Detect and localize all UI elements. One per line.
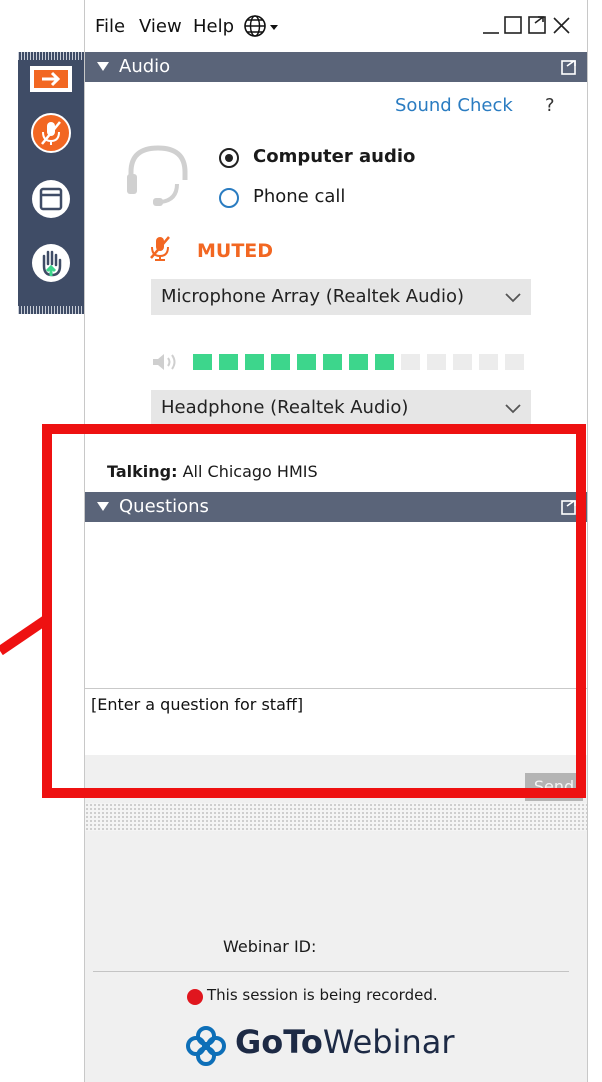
speaker-select[interactable]: Headphone (Realtek Audio) — [151, 390, 531, 426]
microphone-select[interactable]: Microphone Array (Realtek Audio) — [151, 279, 531, 315]
minimize-icon[interactable] — [481, 14, 501, 36]
globe-icon — [244, 15, 278, 37]
volume-meter — [193, 354, 529, 370]
window-icon — [32, 180, 70, 218]
recording-notice: This session is being recorded. — [207, 986, 438, 1004]
volume-segment-empty — [401, 354, 420, 370]
menu-file[interactable]: File — [95, 16, 125, 37]
computer-audio-radio[interactable] — [219, 148, 239, 168]
speaker-select-value: Headphone (Realtek Audio) — [161, 397, 409, 418]
muted-status: MUTED — [197, 240, 274, 262]
menu-bar: File View Help — [85, 0, 587, 50]
volume-segment-empty — [453, 354, 472, 370]
chevron-down-icon — [505, 293, 521, 303]
microphone-muted-icon — [31, 113, 71, 153]
volume-segment-filled — [323, 354, 342, 370]
raise-hand-button[interactable] — [30, 242, 72, 284]
gotowebinar-logo: GoToWebinar — [235, 1023, 455, 1061]
mute-toggle-button[interactable] — [30, 112, 72, 154]
volume-segment-filled — [245, 354, 264, 370]
gotowebinar-logo-icon — [186, 1026, 226, 1066]
volume-segment-empty — [479, 354, 498, 370]
panel-splitter[interactable] — [85, 803, 587, 831]
language-menu[interactable] — [243, 14, 287, 42]
dock-grip-top[interactable] — [18, 52, 84, 60]
maximize-icon[interactable] — [503, 14, 525, 36]
microphone-muted-icon — [150, 236, 170, 261]
menu-view[interactable]: View — [139, 16, 182, 37]
dock-grip-bottom[interactable] — [18, 306, 84, 314]
computer-audio-label[interactable]: Computer audio — [253, 146, 415, 167]
popout-icon[interactable] — [561, 59, 577, 75]
footer-divider — [93, 971, 569, 972]
phone-call-radio[interactable] — [219, 188, 239, 208]
headset-icon — [127, 145, 188, 206]
collapse-triangle-icon — [97, 62, 109, 71]
sound-check-link[interactable]: Sound Check — [395, 95, 513, 116]
speaker-icon — [153, 354, 176, 370]
chevron-down-icon — [505, 404, 521, 414]
volume-segment-filled — [219, 354, 238, 370]
webinar-id-label: Webinar ID: — [223, 937, 317, 956]
annotation-arrow-line — [0, 612, 52, 655]
volume-segment-filled — [349, 354, 368, 370]
collapse-panel-button[interactable] — [30, 62, 72, 104]
popout-icon[interactable] — [527, 14, 549, 36]
recording-dot-icon — [187, 989, 203, 1005]
side-dock — [18, 52, 84, 314]
brand-bold: GoTo — [235, 1023, 323, 1061]
volume-segment-filled — [271, 354, 290, 370]
close-icon[interactable] — [551, 14, 573, 36]
volume-segment-filled — [193, 354, 212, 370]
audio-panel-title: Audio — [119, 56, 171, 77]
footer: Webinar ID: This session is being record… — [85, 831, 587, 1082]
volume-segment-empty — [505, 354, 524, 370]
volume-segment-filled — [375, 354, 394, 370]
arrow-right-icon — [30, 66, 72, 92]
microphone-select-value: Microphone Array (Realtek Audio) — [161, 286, 464, 307]
phone-call-label[interactable]: Phone call — [253, 186, 345, 207]
audio-panel-header[interactable]: Audio — [85, 52, 587, 82]
raise-hand-icon — [32, 244, 70, 282]
menu-help[interactable]: Help — [193, 16, 234, 37]
volume-segment-filled — [297, 354, 316, 370]
volume-segment-empty — [427, 354, 446, 370]
brand-light: Webinar — [322, 1023, 455, 1061]
show-screen-button[interactable] — [30, 178, 72, 220]
annotation-highlight-box — [42, 424, 586, 798]
audio-help-button[interactable]: ? — [545, 95, 555, 116]
